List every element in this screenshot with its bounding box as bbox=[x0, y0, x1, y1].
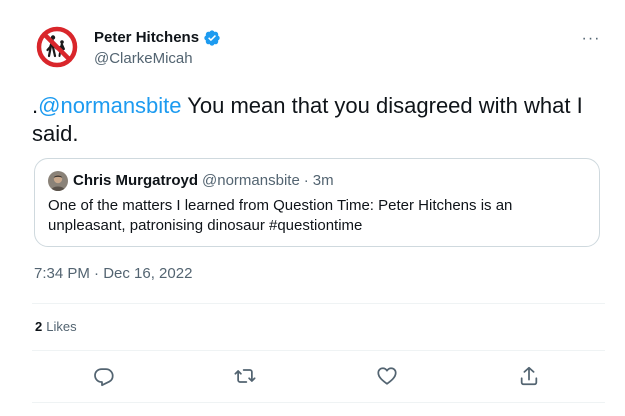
quoted-tweet[interactable]: Chris Murgatroyd @normansbite · 3m One o… bbox=[34, 158, 600, 247]
author-avatar[interactable] bbox=[36, 26, 78, 68]
heart-icon bbox=[377, 367, 397, 385]
quoted-author-avatar bbox=[48, 171, 68, 191]
quoted-tweet-time: 3m bbox=[312, 172, 334, 189]
retweet-button[interactable] bbox=[234, 365, 256, 387]
mention-link[interactable]: @normansbite bbox=[38, 93, 181, 118]
quoted-tweet-text: One of the matters I learned from Questi… bbox=[48, 197, 513, 234]
likes-count: 2 bbox=[35, 319, 43, 334]
verified-badge-icon bbox=[203, 29, 221, 47]
tweet-timestamp[interactable]: 7:34 PM · Dec 16, 2022 bbox=[34, 264, 192, 284]
likes-label: Likes bbox=[46, 319, 77, 334]
likes-stat[interactable]: 2 Likes bbox=[35, 318, 77, 336]
retweet-icon bbox=[234, 369, 256, 383]
quoted-author-handle: @normansbite bbox=[202, 172, 300, 189]
share-icon bbox=[520, 366, 538, 386]
quoted-tweet-header: Chris Murgatroyd @normansbite · 3m bbox=[48, 171, 334, 191]
like-button[interactable] bbox=[376, 365, 398, 387]
tweet-text: .@normansbite You mean that you disagree… bbox=[32, 92, 607, 148]
share-button[interactable] bbox=[518, 365, 540, 387]
tweet-card: Peter Hitchens @ClarkeMicah ··· .@norman… bbox=[0, 0, 625, 416]
no-pedestrians-sign-icon bbox=[36, 26, 78, 68]
author-name[interactable]: Peter Hitchens bbox=[94, 28, 199, 48]
author-handle[interactable]: @ClarkeMicah bbox=[94, 49, 221, 69]
quoted-author-name: Chris Murgatroyd bbox=[73, 172, 199, 189]
more-horizontal-icon: ··· bbox=[581, 30, 601, 47]
separator-dot: · bbox=[303, 172, 309, 189]
more-options-button[interactable]: ··· bbox=[578, 28, 604, 50]
divider bbox=[32, 303, 605, 304]
divider bbox=[32, 350, 605, 351]
author-name-row[interactable]: Peter Hitchens bbox=[94, 28, 221, 48]
reply-icon bbox=[94, 368, 114, 387]
divider bbox=[32, 402, 605, 403]
author-block: Peter Hitchens @ClarkeMicah bbox=[94, 28, 221, 69]
reply-button[interactable] bbox=[93, 365, 115, 387]
